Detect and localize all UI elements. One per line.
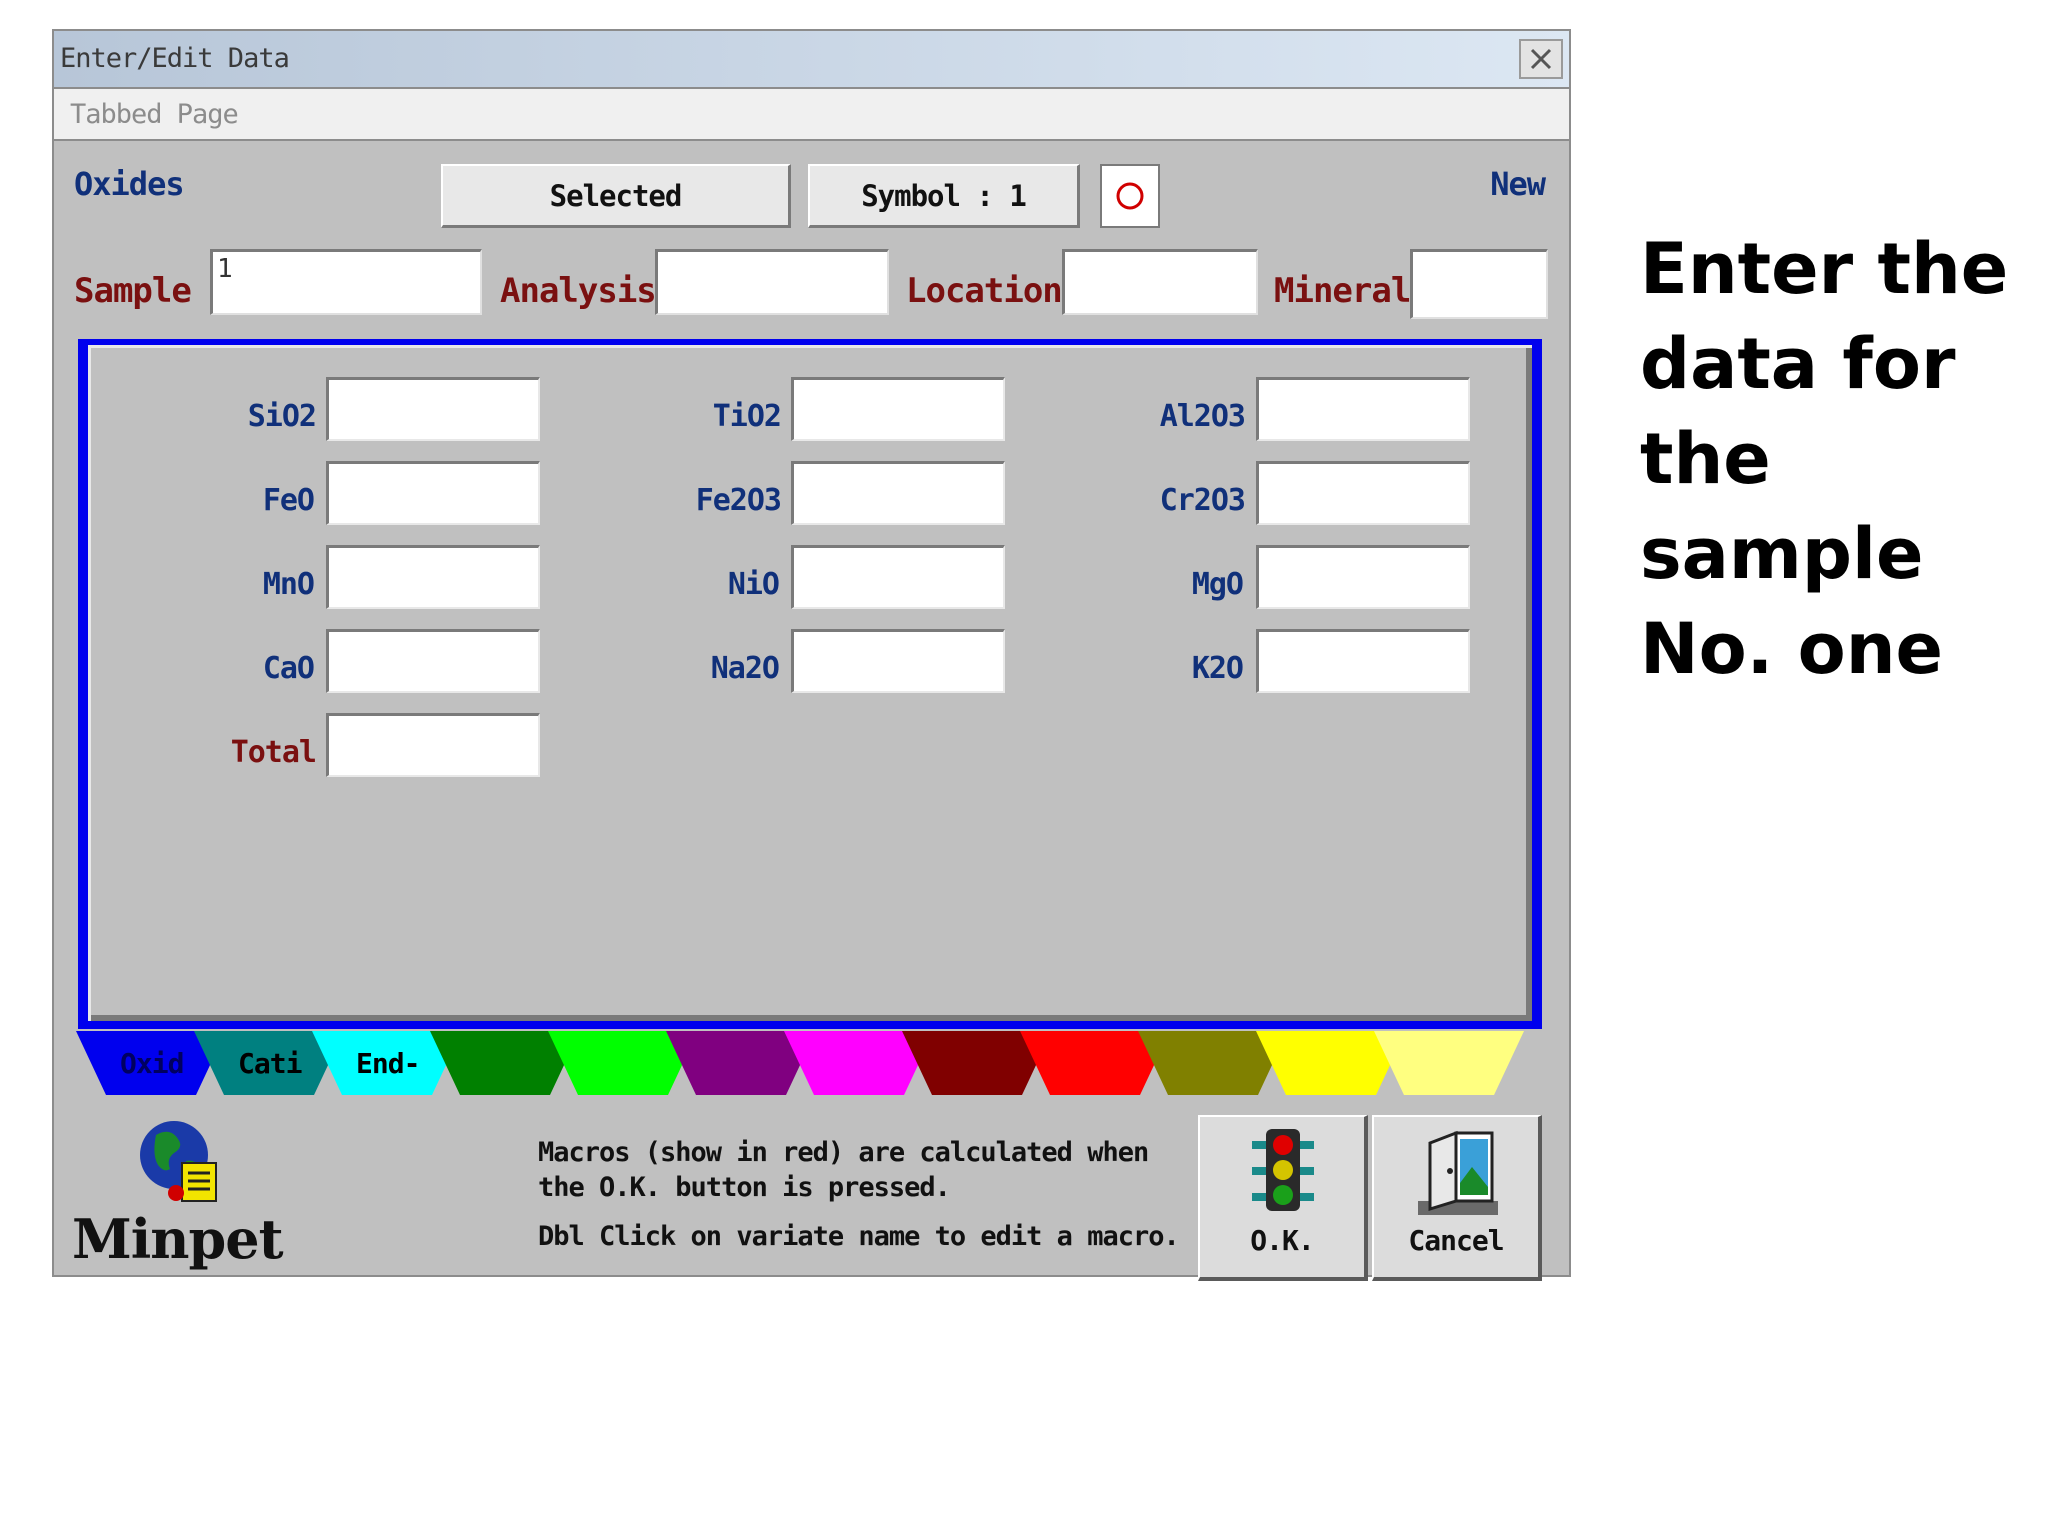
oxide-field-cao[interactable] (326, 629, 540, 693)
oxide-label-sio2[interactable]: SiO2 (176, 399, 317, 434)
oxide-label-feo[interactable]: FeO (174, 483, 315, 518)
oxide-label-nio[interactable]: NiO (639, 567, 780, 602)
oxide-label-mgo[interactable]: MgO (1103, 567, 1244, 602)
symbol-preview-button[interactable] (1100, 164, 1160, 228)
tabbed-page-bar: Tabbed Page (54, 89, 1569, 141)
oxide-label-na2o[interactable]: Na2O (639, 651, 780, 686)
oxides-label: Oxides (74, 165, 185, 203)
color-tab-strip: Oxid Cati End- (76, 1031, 1566, 1097)
oxide-label-al2o3[interactable]: Al2O3 (1105, 399, 1246, 434)
tab-label: Cati (238, 1046, 302, 1080)
door-exit-icon (1418, 1130, 1498, 1215)
instruction-annotation: Enter the data for the sample No. one (1640, 228, 2009, 690)
location-field[interactable] (1062, 249, 1258, 315)
selected-button[interactable]: Selected (441, 164, 791, 228)
oxide-entry-panel: SiO2 FeO MnO CaO Total TiO2 Fe2O3 NiO Na… (78, 339, 1542, 1029)
circle-symbol-icon (1116, 182, 1144, 210)
sample-field[interactable]: 1 (210, 249, 482, 315)
enter-edit-data-window: Enter/Edit Data Tabbed Page Oxides Selec… (52, 29, 1571, 1281)
mineral-field[interactable] (1410, 249, 1548, 319)
info-line: the O.K. button is pressed. (538, 1172, 951, 1203)
page: Enter/Edit Data Tabbed Page Oxides Selec… (0, 0, 2048, 1536)
oxide-field-al2o3[interactable] (1256, 377, 1470, 441)
oxide-label-fe2o3[interactable]: Fe2O3 (641, 483, 782, 518)
mineral-label: Mineral (1274, 271, 1411, 311)
location-label: Location (906, 271, 1063, 311)
oxide-field-feo[interactable] (326, 461, 540, 525)
sample-label: Sample (74, 271, 192, 311)
oxide-field-tio2[interactable] (791, 377, 1005, 441)
tab-color-light-yellow[interactable] (1374, 1031, 1524, 1095)
ok-button[interactable]: O.K. (1198, 1115, 1368, 1281)
symbol-button[interactable]: Symbol : 1 (808, 164, 1080, 228)
cancel-button[interactable]: Cancel (1372, 1115, 1542, 1281)
total-field[interactable] (326, 713, 540, 777)
analysis-field[interactable] (655, 249, 889, 315)
oxide-label-tio2[interactable]: TiO2 (641, 399, 782, 434)
globe-icon (140, 1121, 217, 1202)
title-bar[interactable]: Enter/Edit Data (54, 31, 1569, 89)
analysis-label: Analysis (500, 271, 657, 311)
ok-label: O.K. (1250, 1224, 1314, 1257)
traffic-light-icon (1252, 1129, 1314, 1211)
oxide-field-cr2o3[interactable] (1256, 461, 1470, 525)
total-label[interactable]: Total (176, 735, 317, 770)
oxide-label-cr2o3[interactable]: Cr2O3 (1105, 483, 1246, 518)
cancel-label: Cancel (1408, 1224, 1504, 1257)
oxide-field-k2o[interactable] (1256, 629, 1470, 693)
tab-label: End- (356, 1046, 420, 1080)
window-title: Enter/Edit Data (60, 43, 290, 74)
oxide-field-sio2[interactable] (326, 377, 540, 441)
macro-info-text: Macros (show in red) are calculated when… (538, 1135, 1180, 1254)
minpet-logo-text: Minpet (72, 1207, 284, 1271)
tabbed-page-label: Tabbed Page (70, 99, 239, 130)
oxide-field-mno[interactable] (326, 545, 540, 609)
oxide-field-na2o[interactable] (791, 629, 1005, 693)
oxide-field-nio[interactable] (791, 545, 1005, 609)
minpet-logo: Minpet (72, 1117, 284, 1271)
oxide-field-mgo[interactable] (1256, 545, 1470, 609)
oxide-label-mno[interactable]: MnO (174, 567, 315, 602)
close-button[interactable] (1519, 39, 1563, 79)
info-line: Macros (show in red) are calculated when (538, 1137, 1149, 1168)
oxide-label-cao[interactable]: CaO (174, 651, 315, 686)
tab-label: Oxid (120, 1046, 184, 1080)
info-line: Dbl Click on variate name to edit a macr… (538, 1221, 1180, 1252)
new-button[interactable]: New (1490, 165, 1546, 203)
oxide-label-k2o[interactable]: K2O (1103, 651, 1244, 686)
oxide-field-fe2o3[interactable] (791, 461, 1005, 525)
close-icon (1530, 48, 1552, 70)
